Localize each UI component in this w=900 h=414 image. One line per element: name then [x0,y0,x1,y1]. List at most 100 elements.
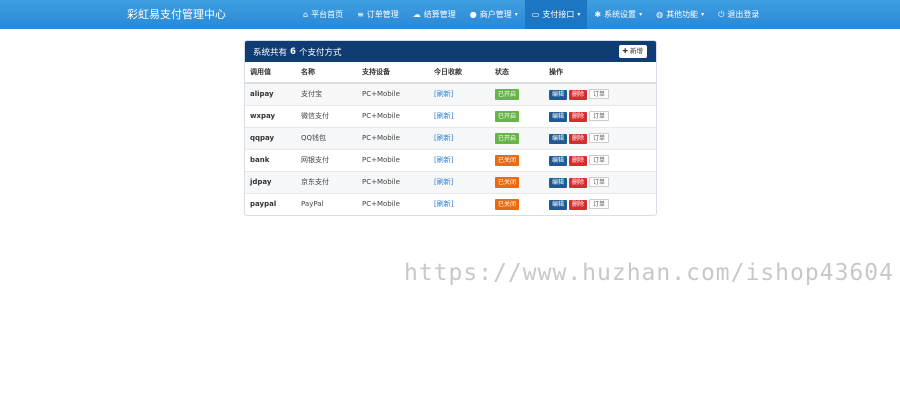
cell-actions: 编辑 删除 订单 [544,82,656,105]
delete-button[interactable]: 删除 [569,111,588,122]
caret-down-icon: ▾ [514,11,518,18]
brand-title[interactable]: 彩虹易支付管理中心 [127,0,226,29]
nav-label: 商户管理 [479,10,512,19]
edit-button[interactable]: 编辑 [549,199,568,210]
nav-item-0[interactable]: ⌂ 平台首页 [296,0,350,29]
status-badge[interactable]: 已开启 [495,132,520,144]
orders-button[interactable]: 订单 [589,132,610,143]
panel-title-prefix: 系统共有 [253,47,288,58]
cell-actions: 编辑 删除 订单 [544,148,656,171]
cell-today: [刷新] [429,170,490,193]
orders-button[interactable]: 订单 [589,176,610,187]
add-payment-button[interactable]: ✚ 新增 [618,45,647,58]
cell-actions: 编辑 删除 订单 [544,104,656,127]
power-icon: ⏻ [718,10,725,19]
card-icon: ▭ [531,10,540,19]
delete-button[interactable]: 删除 [569,155,588,166]
panel-title-suffix: 个支付方式 [298,47,342,58]
table-row: qqpay QQ钱包 PC+Mobile [刷新] 已开启 编辑 删除 订单 [245,126,656,149]
nav-item-1[interactable]: ≡ 订单管理 [350,0,406,29]
cell-device: PC+Mobile [357,126,429,149]
header-status: 状态 [490,62,544,84]
table-row: alipay 支付宝 PC+Mobile [刷新] 已开启 编辑 删除 订单 [245,82,656,105]
cell-device: PC+Mobile [357,192,429,215]
cell-code: wxpay [245,104,296,127]
refresh-link[interactable]: [刷新] [434,178,453,186]
edit-button[interactable]: 编辑 [549,89,568,100]
panel-header: 系统共有 6 个支付方式 ✚ 新增 [245,41,656,62]
top-navbar: 彩虹易支付管理中心 ⌂ 平台首页 ≡ 订单管理 ☁ 结算管理 ● 商户管理 ▾ ▭ 支付接口 ▾ ✱ 系统… [0,0,900,29]
delete-button[interactable]: 删除 [569,89,588,100]
cell-status: 已开启 [490,104,544,127]
cell-status: 已关闭 [490,148,544,171]
cell-device: PC+Mobile [357,148,429,171]
cell-actions: 编辑 删除 订单 [544,170,656,193]
edit-button[interactable]: 编辑 [549,177,568,188]
refresh-link[interactable]: [刷新] [434,112,453,120]
cell-device: PC+Mobile [357,104,429,127]
header-actions: 操作 [544,62,656,84]
refresh-link[interactable]: [刷新] [434,156,453,164]
status-badge[interactable]: 已开启 [495,110,520,122]
nav-label: 订单管理 [366,10,399,19]
delete-button[interactable]: 删除 [569,133,588,144]
cell-status: 已关闭 [490,192,544,215]
cell-code: paypal [245,192,296,215]
cell-name: 网银支付 [296,148,357,171]
refresh-link[interactable]: [刷新] [434,134,453,142]
cell-today: [刷新] [429,82,490,105]
nav-item-5[interactable]: ✱ 系统设置 ▾ [587,0,649,29]
caret-down-icon: ▾ [701,11,705,18]
header-today: 今日收款 [429,62,490,84]
orders-button[interactable]: 订单 [589,88,610,99]
table-row: jdpay 京东支付 PC+Mobile [刷新] 已关闭 编辑 删除 订单 [245,170,656,193]
cell-name: 京东支付 [296,170,357,193]
header-code: 调用值 [245,62,296,84]
delete-button[interactable]: 删除 [569,177,588,188]
cell-actions: 编辑 删除 订单 [544,126,656,149]
nav-item-4[interactable]: ▭ 支付接口 ▾ [524,0,588,29]
nav-label: 系统设置 [604,10,637,19]
nav-label: 平台首页 [311,10,344,19]
status-badge[interactable]: 已关闭 [495,154,520,166]
table-header-row: 调用值 名称 支持设备 今日收款 状态 操作 [245,62,656,84]
status-badge[interactable]: 已关闭 [495,198,520,210]
cell-status: 已开启 [490,126,544,149]
nav-item-3[interactable]: ● 商户管理 ▾ [463,0,525,29]
refresh-link[interactable]: [刷新] [434,200,453,208]
cell-code: alipay [245,82,296,105]
header-name: 名称 [296,62,357,84]
status-badge[interactable]: 已开启 [495,88,520,100]
cell-status: 已关闭 [490,170,544,193]
edit-button[interactable]: 编辑 [549,133,568,144]
cell-today: [刷新] [429,192,490,215]
table-row: paypal PayPal PC+Mobile [刷新] 已关闭 编辑 删除 订单 [245,192,656,215]
cell-name: QQ钱包 [296,126,357,149]
table-row: bank 网银支付 PC+Mobile [刷新] 已关闭 编辑 删除 订单 [245,148,656,171]
caret-down-icon: ▾ [577,11,581,18]
nav-item-6[interactable]: ◍ 其他功能 ▾ [649,0,711,29]
watermark: https://www.huzhan.com/ishop43604 [404,260,894,286]
edit-button[interactable]: 编辑 [549,111,568,122]
nav-label: 退出登录 [727,10,760,19]
add-button-label: 新增 [630,47,643,55]
refresh-link[interactable]: [刷新] [434,90,453,98]
edit-button[interactable]: 编辑 [549,155,568,166]
nav-item-2[interactable]: ☁ 结算管理 [406,0,463,29]
nav-label: 支付接口 [542,10,575,19]
payment-table: 调用值 名称 支持设备 今日收款 状态 操作 alipay 支付宝 PC+Mobil… [245,62,656,215]
cell-code: bank [245,148,296,171]
orders-button[interactable]: 订单 [589,154,610,165]
nav-item-7[interactable]: ⏻ 退出登录 [711,0,766,29]
orders-button[interactable]: 订单 [589,110,610,121]
delete-button[interactable]: 删除 [569,199,588,210]
table-row: wxpay 微信支付 PC+Mobile [刷新] 已开启 编辑 删除 订单 [245,104,656,127]
cell-code: qqpay [245,126,296,149]
payment-methods-panel: 系统共有 6 个支付方式 ✚ 新增 调用值 名称 支持设备 今日收款 状态 操作… [244,40,657,216]
cell-actions: 编辑 删除 订单 [544,192,656,215]
orders-button[interactable]: 订单 [589,198,610,209]
user-icon: ● [469,10,477,19]
gear-icon: ✱ [594,10,602,19]
status-badge[interactable]: 已关闭 [495,176,520,188]
main-nav: ⌂ 平台首页 ≡ 订单管理 ☁ 结算管理 ● 商户管理 ▾ ▭ 支付接口 ▾ ✱ 系统设置 ▾ ◍ 其他功能 ▾ ⏻… [296,0,766,29]
